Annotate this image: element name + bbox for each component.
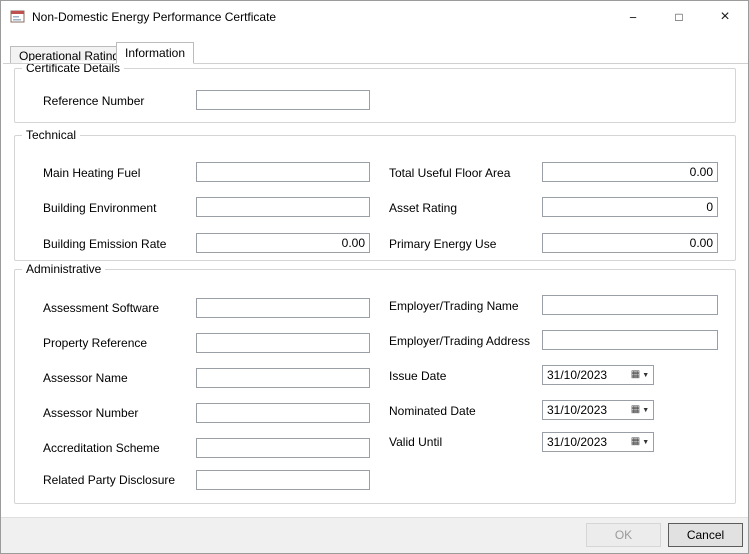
total-useful-floor-area-input[interactable]: [542, 162, 718, 182]
tab-information[interactable]: Information: [116, 42, 194, 64]
accreditation-scheme-input[interactable]: [196, 438, 370, 458]
assessor-number-input[interactable]: [196, 403, 370, 423]
nominated-date-label: Nominated Date: [389, 404, 476, 419]
assessment-software-label: Assessment Software: [43, 301, 159, 316]
close-icon[interactable]: ×: [702, 1, 748, 33]
valid-until-label: Valid Until: [389, 435, 442, 450]
reference-number-input[interactable]: [196, 90, 370, 110]
assessor-name-input[interactable]: [196, 368, 370, 388]
assessor-name-label: Assessor Name: [43, 371, 128, 386]
related-party-disclosure-input[interactable]: [196, 470, 370, 490]
calendar-icon: ▦: [631, 370, 640, 380]
assessor-number-label: Assessor Number: [43, 406, 138, 421]
building-environment-label: Building Environment: [43, 201, 156, 216]
nominated-date-dropdown-button[interactable]: ▦ ▼: [627, 401, 653, 419]
employer-trading-address-label: Employer/Trading Address: [389, 334, 530, 349]
asset-rating-label: Asset Rating: [389, 201, 457, 216]
tab-page-border: [3, 63, 748, 64]
main-heating-fuel-label: Main Heating Fuel: [43, 166, 140, 181]
window-title: Non-Domestic Energy Performance Certfica…: [32, 10, 276, 24]
nominated-date-value: 31/10/2023: [543, 403, 627, 417]
building-emission-rate-input[interactable]: [196, 233, 370, 253]
related-party-disclosure-label: Related Party Disclosure: [43, 473, 175, 488]
issue-date-value: 31/10/2023: [543, 368, 627, 382]
building-environment-input[interactable]: [196, 197, 370, 217]
valid-until-dropdown-button[interactable]: ▦ ▼: [627, 433, 653, 451]
dialog-window: Non-Domestic Energy Performance Certfica…: [0, 0, 749, 554]
asset-rating-input[interactable]: [542, 197, 718, 217]
accreditation-scheme-label: Accreditation Scheme: [43, 441, 160, 456]
reference-number-label: Reference Number: [43, 94, 144, 109]
main-heating-fuel-input[interactable]: [196, 162, 370, 182]
calendar-icon: ▦: [631, 405, 640, 415]
app-icon: [10, 9, 26, 25]
property-reference-label: Property Reference: [43, 336, 147, 351]
nominated-date-picker[interactable]: 31/10/2023 ▦ ▼: [542, 400, 654, 420]
assessment-software-input[interactable]: [196, 298, 370, 318]
calendar-icon: ▦: [631, 437, 640, 447]
maximize-icon[interactable]: □: [656, 1, 702, 33]
titlebar: Non-Domestic Energy Performance Certfica…: [1, 1, 748, 33]
footer-bar: OK Cancel: [1, 517, 748, 554]
chevron-down-icon: ▼: [642, 372, 649, 379]
minimize-icon[interactable]: −: [610, 1, 656, 33]
valid-until-date-picker[interactable]: 31/10/2023 ▦ ▼: [542, 432, 654, 452]
primary-energy-use-input[interactable]: [542, 233, 718, 253]
cancel-button[interactable]: Cancel: [668, 523, 743, 547]
property-reference-input[interactable]: [196, 333, 370, 353]
valid-until-date-value: 31/10/2023: [543, 435, 627, 449]
chevron-down-icon: ▼: [642, 439, 649, 446]
employer-trading-address-input[interactable]: [542, 330, 718, 350]
chevron-down-icon: ▼: [642, 407, 649, 414]
ok-button[interactable]: OK: [586, 523, 661, 547]
group-title-administrative: Administrative: [22, 262, 105, 277]
window-controls: − □ ×: [610, 1, 748, 33]
employer-trading-name-input[interactable]: [542, 295, 718, 315]
issue-date-dropdown-button[interactable]: ▦ ▼: [627, 366, 653, 384]
total-useful-floor-area-label: Total Useful Floor Area: [389, 166, 510, 181]
group-title-technical: Technical: [22, 128, 80, 143]
issue-date-picker[interactable]: 31/10/2023 ▦ ▼: [542, 365, 654, 385]
primary-energy-use-label: Primary Energy Use: [389, 237, 496, 252]
employer-trading-name-label: Employer/Trading Name: [389, 299, 519, 314]
issue-date-label: Issue Date: [389, 369, 446, 384]
building-emission-rate-label: Building Emission Rate: [43, 237, 166, 252]
